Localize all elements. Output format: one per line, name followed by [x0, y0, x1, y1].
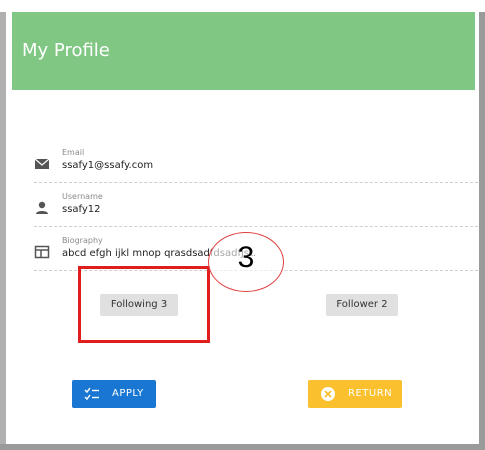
- email-field: Email ssafy1@ssafy.com: [34, 148, 478, 183]
- biography-label: Biography: [62, 236, 103, 245]
- annotation-circle: 3: [208, 232, 284, 292]
- top-strip: [0, 0, 485, 12]
- username-label: Username: [62, 192, 103, 201]
- return-label: RETURN: [348, 388, 393, 399]
- apply-label: APPLY: [112, 388, 144, 399]
- follower-button[interactable]: Follower 2: [326, 294, 398, 316]
- mail-icon: [34, 158, 50, 169]
- username-field: Username ssafy12: [34, 192, 478, 227]
- highlight-box: [78, 266, 210, 343]
- return-button[interactable]: RETURN: [308, 380, 402, 408]
- username-value: ssafy12: [62, 204, 101, 215]
- cancel-circle-icon: [321, 387, 335, 401]
- page-title: My Profile: [22, 40, 110, 61]
- email-label: Email: [62, 148, 85, 157]
- app-window: My Profile Email ssafy1@ssafy.com Userna…: [0, 0, 485, 450]
- person-icon: [36, 201, 48, 214]
- annotation-number: 3: [237, 241, 255, 274]
- checklist-icon: [84, 387, 99, 401]
- card-icon: [34, 245, 50, 259]
- email-value: ssafy1@ssafy.com: [62, 160, 154, 171]
- apply-button[interactable]: APPLY: [72, 380, 156, 408]
- profile-header: My Profile: [12, 12, 475, 90]
